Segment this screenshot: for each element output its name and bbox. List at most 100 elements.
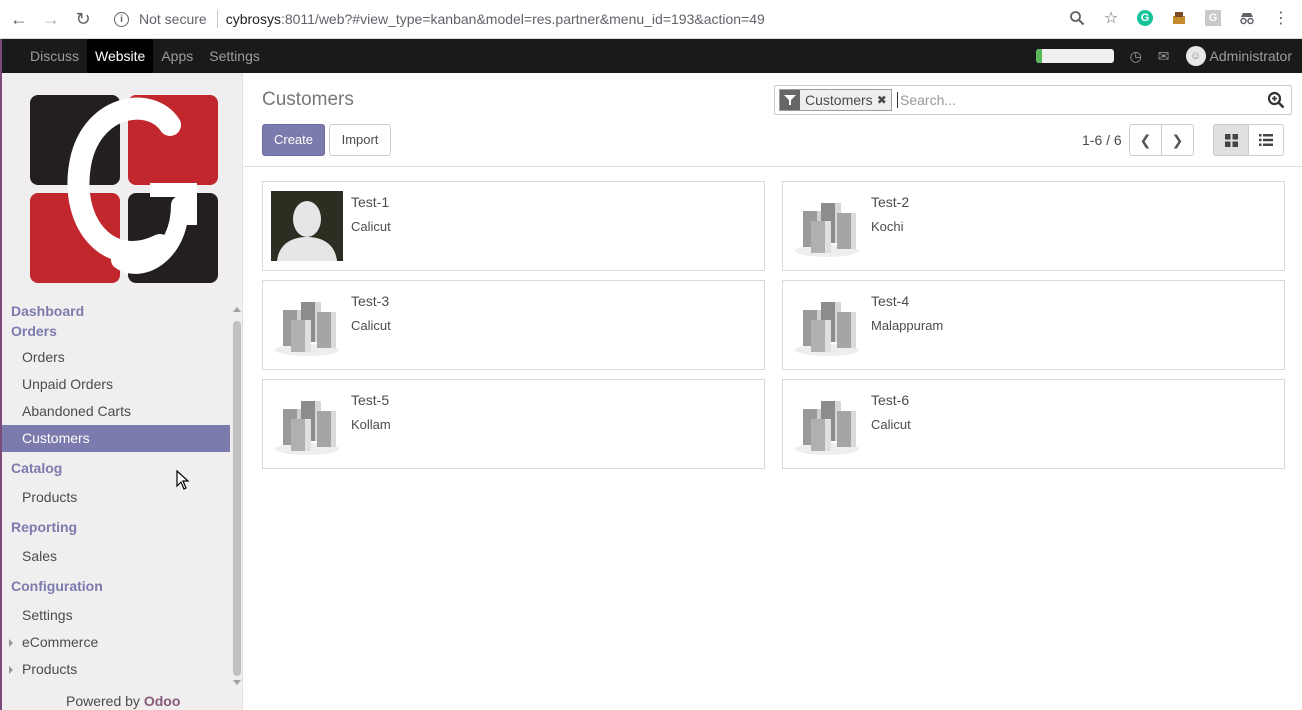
progress-fill: [1035, 49, 1042, 63]
page-title: Customers: [262, 89, 354, 110]
address-bar[interactable]: cybrosys:8011/web?#view_type=kanban&mode…: [226, 11, 765, 27]
company-buildings-icon: [795, 302, 859, 356]
main-content: Customers Create Import Customers ✖ Sear…: [244, 73, 1302, 710]
sidebar-item-sales[interactable]: Sales: [2, 543, 230, 570]
caret-right-icon: [9, 666, 13, 675]
search-input[interactable]: Search...: [897, 92, 956, 108]
reload-icon[interactable]: ↻: [70, 6, 96, 32]
pager-value[interactable]: 1-6 / 6: [1082, 132, 1122, 148]
sidebar-item-customers[interactable]: Customers: [2, 425, 230, 452]
caret-right-icon: [9, 639, 13, 648]
menu-discuss[interactable]: Discuss: [22, 39, 87, 73]
kanban-view-button[interactable]: [1213, 124, 1249, 156]
customer-city: Calicut: [871, 417, 911, 432]
incognito-icon[interactable]: [1236, 7, 1258, 29]
browser-toolbar: ← → ↻ i Not secure cybrosys:8011/web?#vi…: [0, 0, 1302, 39]
zoom-icon[interactable]: [1066, 7, 1088, 29]
create-button[interactable]: Create: [262, 124, 325, 156]
sidebar-item-orders[interactable]: Orders: [2, 344, 230, 371]
grid-icon: [1224, 133, 1238, 147]
search-facet[interactable]: Customers ✖: [779, 89, 892, 111]
pager-next-button[interactable]: ❯: [1161, 124, 1194, 156]
kanban-card[interactable]: Test-5 Kollam: [262, 379, 765, 469]
activity-clock-icon[interactable]: ◷: [1130, 48, 1142, 65]
customer-city: Calicut: [351, 219, 391, 234]
customer-name: Test-2: [871, 194, 910, 210]
kanban-card[interactable]: Test-2 Kochi: [782, 181, 1285, 271]
divider: [216, 10, 218, 28]
scroll-down-arrow-icon[interactable]: [233, 680, 241, 685]
url-host: cybrosys: [225, 11, 281, 27]
customer-name: Test-6: [871, 392, 910, 408]
chevron-right-icon: ❯: [1171, 131, 1184, 148]
powered-by: Powered by Odoo: [66, 693, 180, 709]
messaging-chat-icon[interactable]: ✉: [1158, 48, 1170, 65]
customer-name: Test-1: [351, 194, 390, 210]
kanban-card[interactable]: Test-6 Calicut: [782, 379, 1285, 469]
search-icon[interactable]: [1267, 91, 1285, 109]
customer-name: Test-4: [871, 293, 910, 309]
menu-apps[interactable]: Apps: [153, 39, 201, 73]
loading-progress-bar: [1035, 49, 1114, 63]
bookmark-star-icon[interactable]: ☆: [1100, 7, 1122, 29]
customer-name: Test-5: [351, 392, 390, 408]
company-logo: [30, 95, 218, 283]
remove-facet-icon[interactable]: ✖: [877, 93, 891, 107]
company-buildings-icon: [275, 401, 339, 455]
customer-city: Kochi: [871, 219, 904, 234]
person-avatar-icon: [271, 191, 343, 261]
back-arrow-icon[interactable]: ←: [6, 6, 32, 32]
sidebar-item-ecommerce[interactable]: eCommerce: [2, 629, 230, 656]
browser-menu-icon[interactable]: ⋮: [1270, 7, 1292, 29]
user-name: Administrator: [1209, 48, 1292, 64]
kanban-card[interactable]: Test-4 Malappuram: [782, 280, 1285, 370]
sidebar-item-label: eCommerce: [22, 634, 99, 650]
sidebar-item-abandoned-carts[interactable]: Abandoned Carts: [2, 398, 230, 425]
sidebar-section-dashboard[interactable]: Dashboard: [2, 301, 230, 321]
search-bar[interactable]: Customers ✖ Search...: [774, 85, 1292, 115]
list-icon: [1259, 134, 1273, 146]
mouse-cursor-icon: [176, 470, 190, 490]
forward-arrow-icon[interactable]: →: [38, 6, 64, 32]
odoo-link[interactable]: Odoo: [144, 693, 181, 709]
sidebar-item-label: Products: [22, 661, 78, 677]
pager-previous-button[interactable]: ❮: [1129, 124, 1162, 156]
sidebar-item-config-products[interactable]: Products: [2, 656, 230, 683]
customer-name: Test-3: [351, 293, 390, 309]
chevron-left-icon: ❮: [1139, 131, 1152, 148]
kanban-card[interactable]: Test-3 Calicut: [262, 280, 765, 370]
control-panel: Customers Create Import Customers ✖ Sear…: [244, 73, 1302, 167]
sidebar-section-orders[interactable]: Orders: [2, 321, 230, 341]
sidebar-item-unpaid-orders[interactable]: Unpaid Orders: [2, 371, 230, 398]
avatar: ☺: [1185, 46, 1206, 66]
not-secure-label: Not secure: [139, 11, 207, 27]
scrollbar-thumb[interactable]: [233, 321, 241, 676]
list-view-button[interactable]: [1248, 124, 1284, 156]
sidebar-section-catalog[interactable]: Catalog: [2, 452, 230, 484]
extension-square-icon[interactable]: G: [1202, 7, 1224, 29]
menu-settings[interactable]: Settings: [201, 39, 268, 73]
sidebar-section-reporting[interactable]: Reporting: [2, 511, 230, 543]
company-buildings-icon: [795, 401, 859, 455]
sidebar-menu: Dashboard Orders Orders Unpaid Orders Ab…: [2, 301, 230, 683]
sidebar-item-products[interactable]: Products: [2, 484, 230, 511]
info-icon[interactable]: i: [114, 11, 129, 27]
sidebar: Dashboard Orders Orders Unpaid Orders Ab…: [0, 73, 243, 710]
facet-label: Customers: [805, 92, 873, 108]
menu-website[interactable]: Website: [87, 39, 154, 73]
sidebar-scrollbar[interactable]: [231, 305, 243, 685]
customer-city: Malappuram: [871, 318, 944, 333]
company-buildings-icon: [795, 203, 859, 257]
filter-funnel-icon: [780, 90, 800, 110]
extension-icon[interactable]: [1168, 7, 1190, 29]
main-navbar: Discuss Website Apps Settings ◷ ✉ ☺ Admi…: [0, 39, 1302, 73]
url-path: :8011/web?#view_type=kanban&model=res.pa…: [280, 11, 765, 27]
sidebar-section-configuration[interactable]: Configuration: [2, 570, 230, 602]
scroll-up-arrow-icon[interactable]: [233, 307, 241, 312]
kanban-card[interactable]: Test-1 Calicut: [262, 181, 765, 271]
grammarly-extension-icon[interactable]: G: [1134, 7, 1156, 29]
user-menu[interactable]: ☺ Administrator: [1185, 46, 1292, 66]
import-button[interactable]: Import: [329, 124, 391, 156]
sidebar-item-settings[interactable]: Settings: [2, 602, 230, 629]
company-buildings-icon: [275, 302, 339, 356]
